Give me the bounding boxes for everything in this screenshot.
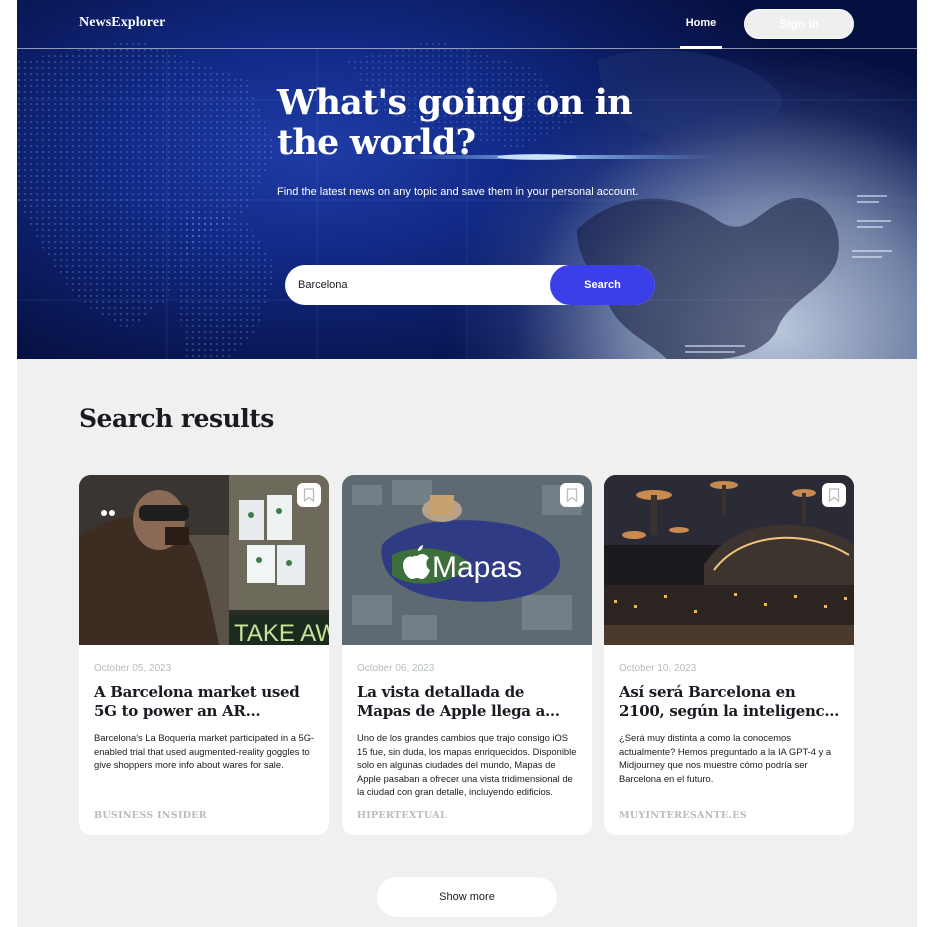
hero-globe-background bbox=[17, 40, 917, 359]
hero-section: NewsExplorer Home Sign in What's going o… bbox=[17, 0, 917, 359]
news-card-title: La vista detallada de Mapas de Apple lle… bbox=[357, 683, 546, 723]
bookmark-button[interactable] bbox=[822, 483, 846, 507]
bookmark-button[interactable] bbox=[297, 483, 321, 507]
search-button[interactable]: Search bbox=[550, 265, 655, 305]
news-card-title: Así será Barcelona en 2100, según la int… bbox=[619, 683, 840, 723]
news-card-source: MUYINTERESANTE.ES bbox=[619, 810, 747, 821]
news-card-source: HIPERTEXTUAL bbox=[357, 810, 447, 821]
news-card-text: ¿Será muy distinta a como la conocemos a… bbox=[619, 732, 832, 784]
nav-home-link[interactable]: Home bbox=[680, 0, 722, 49]
page: NewsExplorer Home Sign in What's going o… bbox=[17, 0, 917, 927]
news-card-text: Barcelona's La Boqueria market participa… bbox=[94, 732, 315, 771]
hero-subtitle: Find the latest news on any topic and sa… bbox=[277, 186, 639, 198]
bookmark-icon bbox=[566, 488, 578, 502]
news-card[interactable]: TAKE AW October 05, 2023 A Barcelona mar… bbox=[79, 475, 329, 835]
hero-title: What's going on in the world? bbox=[277, 82, 633, 163]
news-card[interactable]: Mapas October 06, 2023 La vista detallad… bbox=[342, 475, 592, 835]
search-form: Search bbox=[285, 265, 655, 305]
search-input[interactable] bbox=[285, 265, 555, 305]
news-card-title: A Barcelona market used 5G to power an A… bbox=[94, 683, 300, 723]
show-more-button[interactable]: Show more bbox=[377, 877, 557, 917]
news-card-date: October 05, 2023 bbox=[94, 663, 172, 674]
news-card-image bbox=[604, 475, 854, 645]
mapas-overlay-text: Mapas bbox=[432, 551, 522, 584]
search-results-title: Search results bbox=[79, 404, 274, 433]
news-card-image: TAKE AW bbox=[79, 475, 329, 645]
news-card-date: October 10, 2023 bbox=[619, 663, 697, 674]
news-card-text: Uno de los grandes cambios que trajo con… bbox=[357, 732, 577, 798]
bookmark-icon bbox=[303, 488, 315, 502]
bookmark-button[interactable] bbox=[560, 483, 584, 507]
site-logo[interactable]: NewsExplorer bbox=[79, 15, 166, 31]
news-card-date: October 06, 2023 bbox=[357, 663, 435, 674]
take-away-sign: TAKE AW bbox=[234, 620, 329, 645]
site-header: NewsExplorer Home Sign in bbox=[17, 0, 917, 49]
news-card-image: Mapas bbox=[342, 475, 592, 645]
bookmark-icon bbox=[828, 488, 840, 502]
news-card-source: BUSINESS INSIDER bbox=[94, 810, 207, 821]
news-card[interactable]: October 10, 2023 Así será Barcelona en 2… bbox=[604, 475, 854, 835]
sign-in-button[interactable]: Sign in bbox=[744, 9, 854, 39]
